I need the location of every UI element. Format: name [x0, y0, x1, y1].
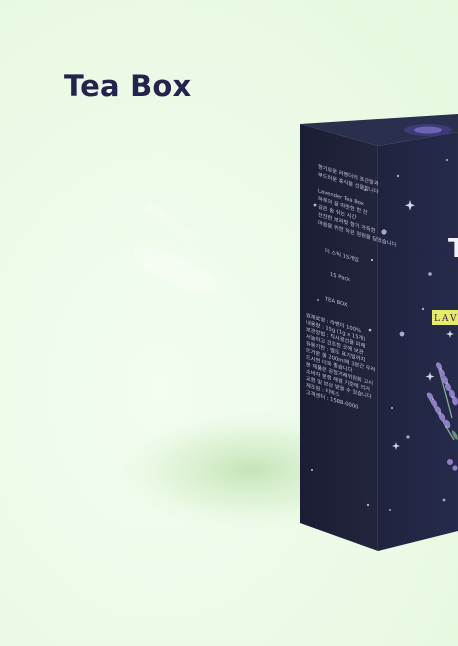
star-dot	[399, 331, 405, 337]
box-front-face	[378, 132, 458, 551]
star-dot	[445, 158, 449, 162]
tea-box-package: 향기로운 라벤더의 포근함과 부드러운 휴식을 선물합니다 Lavender T…	[110, 114, 458, 551]
lavender-bud	[452, 465, 458, 471]
star-dot	[364, 189, 366, 191]
star-dot	[311, 469, 313, 471]
star-dot	[370, 258, 374, 262]
star-dot	[389, 509, 391, 511]
lavender-bud	[447, 459, 453, 465]
box-reflection-glow	[143, 200, 207, 250]
star-dot	[317, 299, 319, 301]
star-dot	[442, 498, 446, 502]
box-shadow-soft	[133, 247, 217, 293]
star-dot	[428, 272, 432, 276]
front-brand-letter: T	[448, 234, 458, 264]
front-label-text: LAVE	[434, 314, 458, 324]
star-dot	[396, 174, 400, 178]
star-dot	[421, 307, 425, 311]
top-moon-badge-inner	[414, 126, 442, 134]
star-dot	[390, 406, 394, 410]
star-dot	[368, 328, 372, 332]
star-dot	[366, 503, 370, 507]
star-dot	[313, 203, 317, 207]
product-mockup-scene: Tea Box 향기로운 라벤더의 포근함과 부드러운 휴식을 선물합니다 La…	[0, 0, 458, 646]
star-dot	[381, 229, 387, 235]
star-dot	[406, 435, 410, 439]
